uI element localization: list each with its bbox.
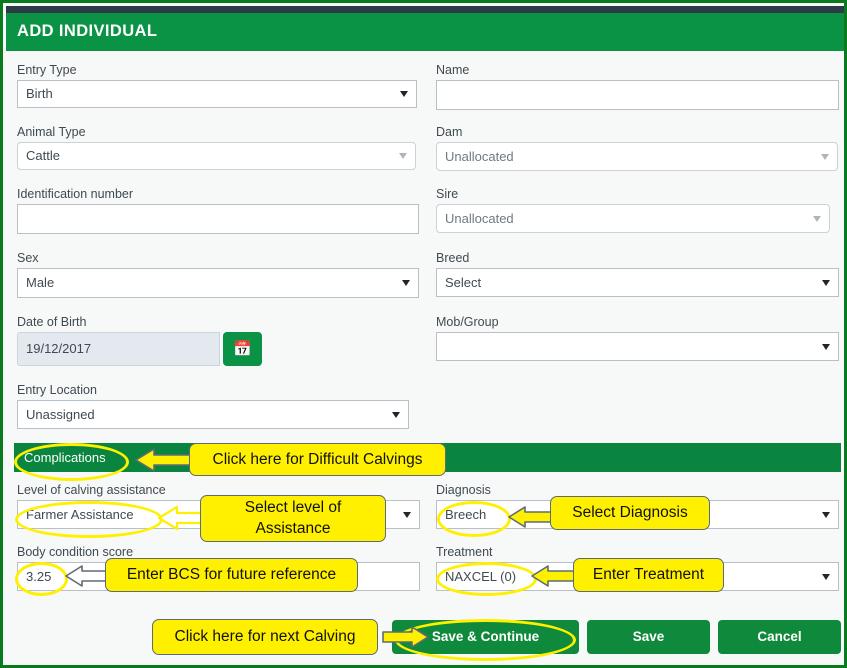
chevron-down-icon	[822, 511, 830, 518]
field-sex: Sex Male	[17, 251, 419, 298]
entry-type-select[interactable]: Birth	[17, 80, 417, 108]
annotation-arrow-next-calving	[382, 626, 429, 648]
mob-group-select[interactable]	[436, 332, 839, 361]
annotation-enter-bcs: Enter BCS for future reference	[105, 558, 358, 592]
field-animal-type: Animal Type Cattle	[17, 125, 417, 170]
chevron-down-icon	[822, 279, 830, 286]
field-label: Identification number	[17, 187, 134, 201]
body-condition-score-value: 3.25	[26, 569, 52, 584]
save-button[interactable]: Save	[587, 620, 710, 654]
animal-type-select[interactable]: Cattle	[17, 142, 416, 170]
field-identification-number: Identification number	[17, 187, 419, 234]
sire-select[interactable]: Unallocated	[436, 204, 830, 233]
field-label: Date of Birth	[17, 315, 87, 329]
annotation-difficult-calvings: Click here for Difficult Calvings	[189, 443, 446, 476]
annotation-arrow-complications	[135, 448, 191, 472]
field-label: Name	[436, 63, 470, 77]
entry-type-value: Birth	[26, 86, 53, 101]
sex-select[interactable]: Male	[17, 268, 419, 298]
dam-value: Unallocated	[445, 149, 514, 164]
diagnosis-value: Breech	[445, 507, 487, 522]
field-label: Dam	[436, 125, 463, 139]
annotation-select-diagnosis: Select Diagnosis	[550, 496, 710, 530]
dam-select[interactable]: Unallocated	[436, 142, 838, 171]
field-sire: Sire Unallocated	[436, 187, 830, 233]
window-top-strip	[6, 6, 844, 13]
date-of-birth-input[interactable]: 19/12/2017	[17, 332, 220, 366]
chevron-down-icon	[822, 343, 830, 350]
field-label: Breed	[436, 251, 470, 265]
field-label: Treatment	[436, 545, 493, 559]
panel-header: ADD INDIVIDUAL	[6, 13, 844, 51]
field-breed: Breed Select	[436, 251, 839, 297]
field-dam: Dam Unallocated	[436, 125, 838, 171]
field-label: Animal Type	[17, 125, 86, 139]
field-entry-location: Entry Location Unassigned	[17, 383, 409, 429]
chevron-down-icon	[399, 153, 407, 159]
field-label: Entry Type	[17, 63, 77, 77]
breed-value: Select	[445, 275, 482, 290]
field-label: Diagnosis	[436, 483, 491, 497]
animal-type-value: Cattle	[26, 148, 60, 163]
annotation-next-calving: Click here for next Calving	[152, 619, 378, 655]
entry-location-select[interactable]: Unassigned	[17, 400, 409, 429]
field-name: Name	[436, 63, 839, 110]
field-label: Mob/Group	[436, 315, 499, 329]
chevron-down-icon	[403, 511, 411, 518]
field-date-of-birth: Date of Birth 19/12/2017 📅	[17, 315, 262, 366]
sex-value: Male	[26, 275, 55, 290]
cancel-button[interactable]: Cancel	[718, 620, 841, 654]
breed-select[interactable]: Select	[436, 268, 839, 297]
chevron-down-icon	[813, 215, 821, 222]
treatment-value: NAXCEL (0)	[445, 569, 517, 584]
chevron-down-icon	[392, 411, 400, 418]
calendar-icon: 📅	[233, 340, 252, 358]
annotation-enter-treatment: Enter Treatment	[573, 558, 724, 592]
field-label: Sire	[436, 187, 459, 201]
chevron-down-icon	[400, 91, 408, 97]
field-entry-type: Entry Type Birth	[17, 63, 417, 108]
date-of-birth-group: 19/12/2017 📅	[17, 332, 262, 366]
chevron-down-icon	[402, 280, 410, 286]
field-mob-group: Mob/Group	[436, 315, 839, 361]
add-individual-screen: ADD INDIVIDUAL Entry Type Birth Animal T…	[0, 0, 847, 668]
complications-label: Complications	[24, 450, 106, 465]
annotation-arrow-treatment	[531, 565, 577, 587]
field-label: Entry Location	[17, 383, 97, 397]
date-picker-button[interactable]: 📅	[223, 332, 262, 366]
identification-number-input[interactable]	[17, 204, 419, 234]
entry-location-value: Unassigned	[26, 407, 95, 422]
chevron-down-icon	[821, 153, 829, 160]
annotation-select-assistance: Select level of Assistance	[200, 495, 386, 542]
chevron-down-icon	[822, 573, 830, 580]
date-of-birth-value: 19/12/2017	[26, 341, 92, 356]
field-label: Sex	[17, 251, 39, 265]
calving-assistance-value: Farmer Assistance	[26, 507, 134, 522]
field-label: Body condition score	[17, 545, 134, 559]
name-input[interactable]	[436, 80, 839, 110]
page-title: ADD INDIVIDUAL	[17, 22, 158, 40]
annotation-arrow-diagnosis	[508, 506, 554, 528]
sire-value: Unallocated	[445, 211, 514, 226]
